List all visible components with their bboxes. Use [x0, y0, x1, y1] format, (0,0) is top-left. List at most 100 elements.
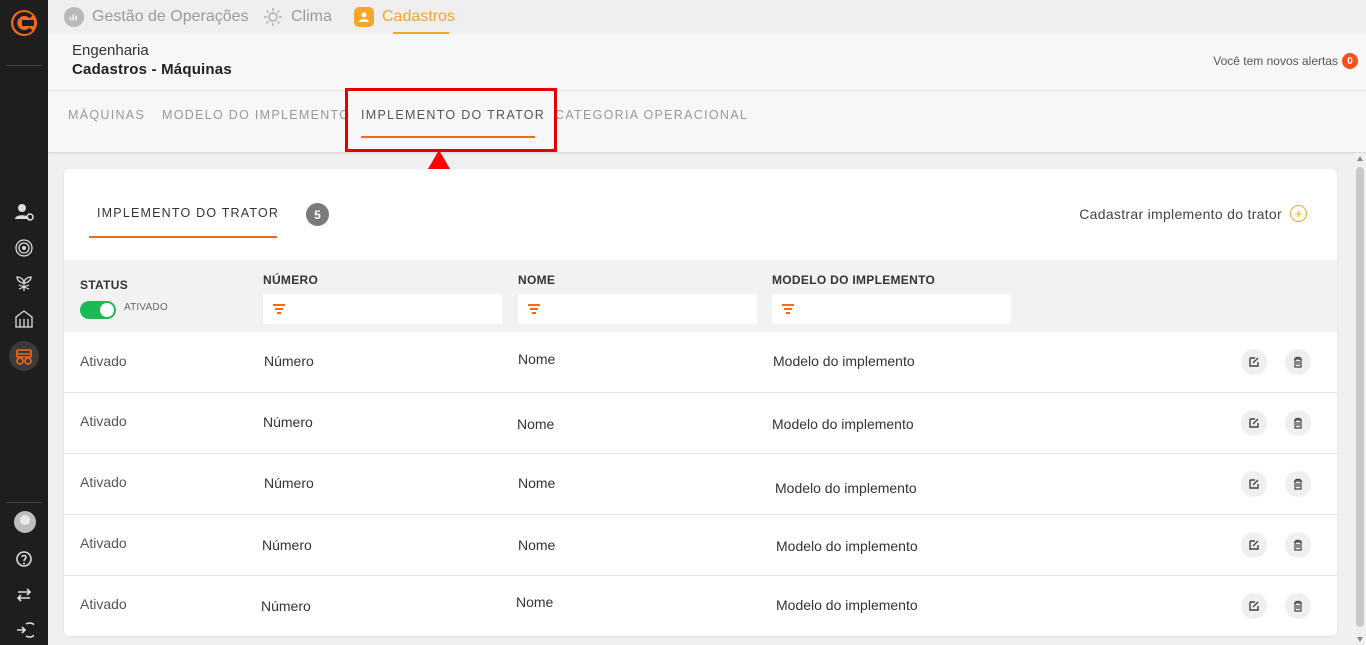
- edit-button[interactable]: [1241, 471, 1267, 497]
- table-row[interactable]: Ativado Número Nome Modelo do implemento: [64, 576, 1337, 636]
- topnav-label: Clima: [291, 8, 332, 25]
- table-row[interactable]: Ativado Número Nome Modelo do implemento: [64, 393, 1337, 454]
- edit-icon: [1249, 357, 1259, 367]
- modelo-filter-input[interactable]: [772, 294, 1011, 324]
- help-icon[interactable]: [12, 547, 36, 571]
- topnav-gestao-operacoes[interactable]: Gestão de Operações: [64, 0, 249, 34]
- delete-button[interactable]: [1285, 349, 1311, 375]
- breadcrumb[interactable]: Engenharia: [72, 42, 149, 59]
- brand-logo[interactable]: [9, 8, 39, 38]
- trash-icon: [1294, 356, 1302, 368]
- delete-button[interactable]: [1285, 471, 1311, 497]
- column-modelo: MODELO DO IMPLEMENTO: [772, 273, 936, 287]
- row-numero: Número: [261, 598, 311, 614]
- top-navigation: Gestão de Operações Clima Cadastros: [48, 0, 1366, 34]
- scroll-down-arrow[interactable]: [1357, 637, 1363, 642]
- page-header: Engenharia Cadastros - Máquinas Você tem…: [48, 34, 1366, 91]
- edit-button[interactable]: [1241, 593, 1267, 619]
- tab-maquinas[interactable]: MÁQUINAS: [68, 108, 145, 122]
- user-settings-icon[interactable]: [12, 200, 36, 224]
- chart-icon: [64, 7, 84, 27]
- tab-categoria-operacional[interactable]: CATEGORIA OPERACIONAL: [555, 108, 748, 122]
- sidebar: [0, 0, 48, 645]
- swap-icon[interactable]: [12, 583, 36, 607]
- edit-button[interactable]: [1241, 349, 1267, 375]
- plus-icon: +: [1290, 205, 1307, 222]
- tractor-icon[interactable]: [9, 341, 39, 371]
- alerts-notice[interactable]: Você tem novos alertas 0: [1213, 53, 1358, 69]
- column-nome: NOME: [518, 273, 556, 287]
- add-implemento-label: Cadastrar implemento do trator: [1079, 205, 1282, 222]
- filter-icon: [782, 304, 794, 314]
- delete-button[interactable]: [1285, 410, 1311, 436]
- row-numero: Número: [264, 475, 314, 491]
- topnav-label: Gestão de Operações: [92, 8, 249, 25]
- edit-button[interactable]: [1241, 532, 1267, 558]
- avatar[interactable]: [14, 511, 36, 533]
- user-icon: [354, 7, 374, 27]
- trash-icon: [1294, 478, 1302, 490]
- alerts-label: Você tem novos alertas: [1213, 54, 1338, 68]
- scroll-thumb[interactable]: [1356, 167, 1364, 627]
- row-nome: Nome: [518, 537, 556, 553]
- logout-icon[interactable]: [12, 618, 36, 642]
- table-row[interactable]: Ativado Número Nome Modelo do implemento: [64, 454, 1337, 515]
- card-tab-title[interactable]: IMPLEMENTO DO TRATOR: [97, 206, 279, 220]
- sub-tabs: MÁQUINAS MODELO DO IMPLEMENTO IMPLEMENTO…: [48, 91, 1366, 153]
- numero-filter-input[interactable]: [263, 294, 502, 324]
- row-modelo: Modelo do implemento: [772, 416, 914, 432]
- vertical-scrollbar[interactable]: [1354, 153, 1366, 645]
- plant-icon[interactable]: [12, 271, 36, 295]
- trash-icon: [1294, 539, 1302, 551]
- sidebar-divider: [6, 65, 42, 66]
- row-numero: Número: [263, 414, 313, 430]
- column-numero: NÚMERO: [263, 273, 319, 287]
- implemento-card: IMPLEMENTO DO TRATOR 5 Cadastrar impleme…: [64, 169, 1337, 636]
- trash-icon: [1294, 600, 1302, 612]
- row-status: Ativado: [80, 474, 127, 490]
- row-nome: Nome: [518, 475, 556, 491]
- row-modelo: Modelo do implemento: [776, 597, 918, 613]
- topnav-label: Cadastros: [382, 8, 455, 25]
- row-status: Ativado: [80, 596, 127, 612]
- row-nome: Nome: [517, 416, 555, 432]
- sun-icon: [263, 7, 283, 27]
- count-badge: 5: [306, 203, 329, 226]
- add-implemento-button[interactable]: Cadastrar implemento do trator +: [1079, 205, 1307, 222]
- filter-icon: [273, 304, 285, 314]
- target-icon[interactable]: [12, 236, 36, 260]
- sidebar-divider: [6, 502, 42, 503]
- page-title: Cadastros - Máquinas: [72, 61, 232, 78]
- silo-icon[interactable]: [12, 307, 36, 331]
- row-nome: Nome: [516, 594, 554, 610]
- topnav-clima[interactable]: Clima: [263, 0, 332, 34]
- nome-filter-input[interactable]: [518, 294, 757, 324]
- edit-icon: [1249, 418, 1259, 428]
- row-modelo: Modelo do implemento: [773, 353, 915, 369]
- row-numero: Número: [262, 537, 312, 553]
- row-status: Ativado: [80, 413, 127, 429]
- filter-icon: [528, 304, 540, 314]
- table-row[interactable]: Ativado Número Nome Modelo do implemento: [64, 515, 1337, 576]
- alerts-count-badge: 0: [1342, 53, 1358, 69]
- table-row[interactable]: Ativado Número Nome Modelo do implemento: [64, 332, 1337, 393]
- edit-button[interactable]: [1241, 410, 1267, 436]
- row-nome: Nome: [518, 351, 556, 367]
- row-numero: Número: [264, 353, 314, 369]
- delete-button[interactable]: [1285, 593, 1311, 619]
- tab-modelo-implemento[interactable]: MODELO DO IMPLEMENTO: [162, 108, 350, 122]
- card-tab-indicator: [89, 236, 277, 238]
- row-status: Ativado: [80, 353, 127, 369]
- row-modelo: Modelo do implemento: [776, 538, 918, 554]
- delete-button[interactable]: [1285, 532, 1311, 558]
- row-modelo: Modelo do implemento: [775, 480, 917, 496]
- highlight-annotation: [345, 88, 557, 152]
- row-status: Ativado: [80, 535, 127, 551]
- column-status: STATUS: [80, 278, 129, 292]
- edit-icon: [1249, 540, 1259, 550]
- status-toggle-label: ATIVADO: [124, 302, 168, 313]
- scroll-up-arrow[interactable]: [1357, 156, 1363, 161]
- topnav-cadastros[interactable]: Cadastros: [354, 0, 455, 34]
- status-filter-toggle[interactable]: [80, 301, 116, 319]
- edit-icon: [1249, 601, 1259, 611]
